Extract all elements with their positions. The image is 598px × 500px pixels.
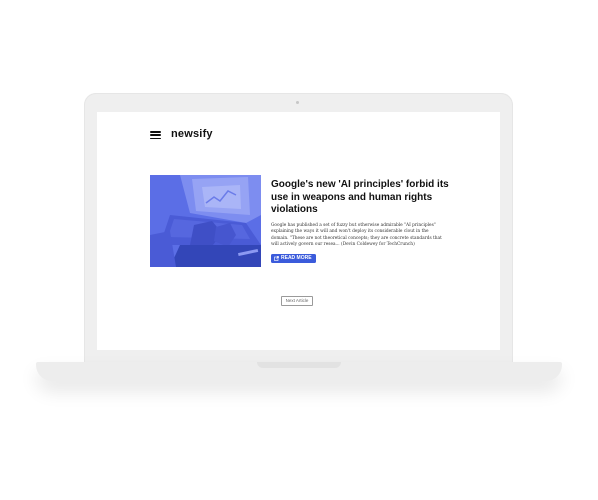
hamburger-menu-icon[interactable]: [150, 131, 161, 139]
next-article-button[interactable]: Next Article: [281, 296, 313, 306]
app-screen: newsify Google's new 'AI principles' for…: [97, 112, 500, 350]
read-more-label: READ MORE: [281, 255, 312, 261]
brand-logo[interactable]: newsify: [171, 128, 213, 140]
article-thumbnail[interactable]: [150, 175, 261, 267]
article-headline[interactable]: Google's new 'AI principles' forbid its …: [271, 179, 451, 217]
laptop-base-notch: [257, 362, 341, 368]
moon-icon[interactable]: [438, 130, 446, 140]
read-more-button[interactable]: READ MORE: [271, 254, 316, 263]
laptop-lid: newsify Google's new 'AI principles' for…: [84, 93, 513, 364]
camera-dot: [296, 101, 299, 104]
external-link-icon: [274, 256, 279, 261]
laptop-hands-image: [150, 175, 261, 267]
laptop-base: [36, 362, 562, 381]
article-excerpt: Google has published a set of fuzzy but …: [271, 223, 442, 248]
